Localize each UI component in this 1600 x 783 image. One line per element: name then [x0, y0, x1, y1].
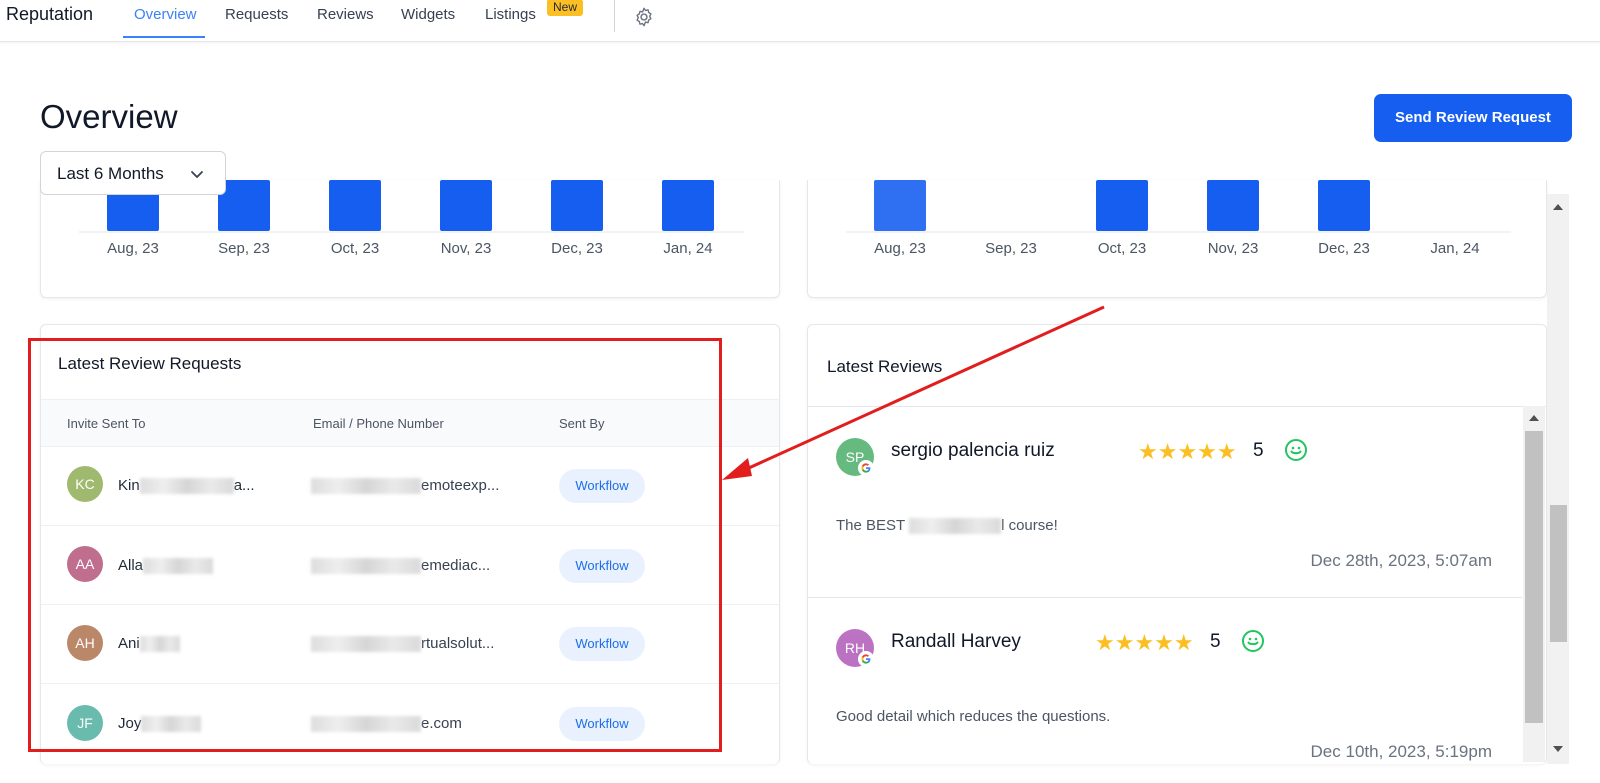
google-icon	[858, 460, 874, 476]
reviews-chart: Aug, 23 Sep, 23 Oct, 23 Nov, 23 Dec, 23 Jan, …	[846, 180, 1511, 257]
chart-bar[interactable]	[329, 180, 381, 231]
x-tick-label: Nov, 23	[441, 240, 492, 257]
reviewer-name: Randall Harvey	[891, 631, 1021, 652]
tab-requests[interactable]: Requests	[225, 6, 288, 23]
star-rating: ★★★★★	[1138, 439, 1237, 464]
x-tick-label: Aug, 23	[874, 240, 926, 257]
x-tick-label: Jan, 24	[1430, 240, 1479, 257]
latest-reviews-title: Latest Reviews	[827, 357, 943, 376]
review-item: SP sergio palencia ruiz ★★★★★ 5 The BEST…	[808, 407, 1522, 597]
review-text: Good detail which reduces the questions.	[836, 708, 1111, 725]
new-badge: New	[547, 0, 584, 16]
app-brand: Reputation	[6, 4, 94, 24]
chart-bar[interactable]	[1318, 180, 1370, 231]
chart-bar[interactable]	[1096, 180, 1148, 231]
review-date: Dec 28th, 2023, 5:07am	[1310, 551, 1492, 570]
chart-bar[interactable]	[874, 180, 926, 231]
tab-overview[interactable]: Overview	[134, 6, 197, 23]
page-scrollbar[interactable]	[1547, 194, 1569, 764]
review-item: RH Randall Harvey ★★★★★ 5 Good detail wh…	[808, 598, 1522, 764]
annotation-box	[28, 338, 722, 752]
send-review-request-button[interactable]: Send Review Request	[1374, 94, 1572, 142]
requests-chart: Aug, 23 Sep, 23 Oct, 23 Nov, 23 Dec, 23 Jan, …	[79, 180, 744, 257]
x-tick-label: Nov, 23	[1208, 240, 1259, 257]
gear-icon[interactable]	[633, 6, 655, 28]
smile-icon	[1285, 439, 1307, 461]
chart-bar[interactable]	[551, 180, 603, 231]
tab-listings[interactable]: Listings	[485, 6, 536, 23]
reviewer-name: sergio palencia ruiz	[891, 440, 1055, 461]
rating-score: 5	[1210, 631, 1221, 652]
review-text: The BEST l course!	[836, 517, 1058, 535]
chart-bar[interactable]	[662, 180, 714, 231]
nav-divider	[614, 0, 615, 32]
review-date: Dec 10th, 2023, 5:19pm	[1310, 742, 1492, 761]
scroll-up-arrow[interactable]	[1529, 415, 1539, 421]
smile-icon	[1242, 630, 1264, 652]
tab-reviews[interactable]: Reviews	[317, 6, 374, 23]
requests-chart-card: Aug, 23 Sep, 23 Oct, 23 Nov, 23 Dec, 23 Jan, …	[40, 180, 780, 298]
page-scroll-down-arrow[interactable]	[1553, 746, 1563, 752]
star-rating: ★★★★★	[1095, 630, 1194, 655]
x-tick-label: Oct, 23	[331, 240, 379, 257]
x-tick-label: Dec, 23	[551, 240, 603, 257]
page-title: Overview	[40, 98, 178, 135]
x-tick-label: Jan, 24	[663, 240, 712, 257]
reviews-chart-card: Aug, 23 Sep, 23 Oct, 23 Nov, 23 Dec, 23 Jan, …	[807, 180, 1547, 298]
top-nav: Reputation Overview Requests Reviews Wid…	[0, 0, 1600, 42]
rating-score: 5	[1253, 440, 1264, 461]
page-scroll-up-arrow[interactable]	[1553, 204, 1563, 210]
date-range-value: Last 6 Months	[57, 164, 164, 183]
x-tick-label: Sep, 23	[218, 240, 270, 257]
chevron-down-icon	[191, 171, 203, 178]
x-tick-label: Dec, 23	[1318, 240, 1370, 257]
google-icon	[858, 651, 874, 667]
tab-widgets[interactable]: Widgets	[401, 6, 455, 23]
x-tick-label: Aug, 23	[107, 240, 159, 257]
reviews-scrollbar-thumb[interactable]	[1525, 431, 1543, 723]
x-tick-label: Oct, 23	[1098, 240, 1146, 257]
x-tick-label: Sep, 23	[985, 240, 1037, 257]
chart-bar[interactable]	[1207, 180, 1259, 231]
date-range-select[interactable]: Last 6 Months	[40, 151, 226, 195]
page-scrollbar-thumb[interactable]	[1550, 505, 1567, 642]
active-tab-indicator	[123, 36, 205, 38]
chart-bar[interactable]	[440, 180, 492, 231]
